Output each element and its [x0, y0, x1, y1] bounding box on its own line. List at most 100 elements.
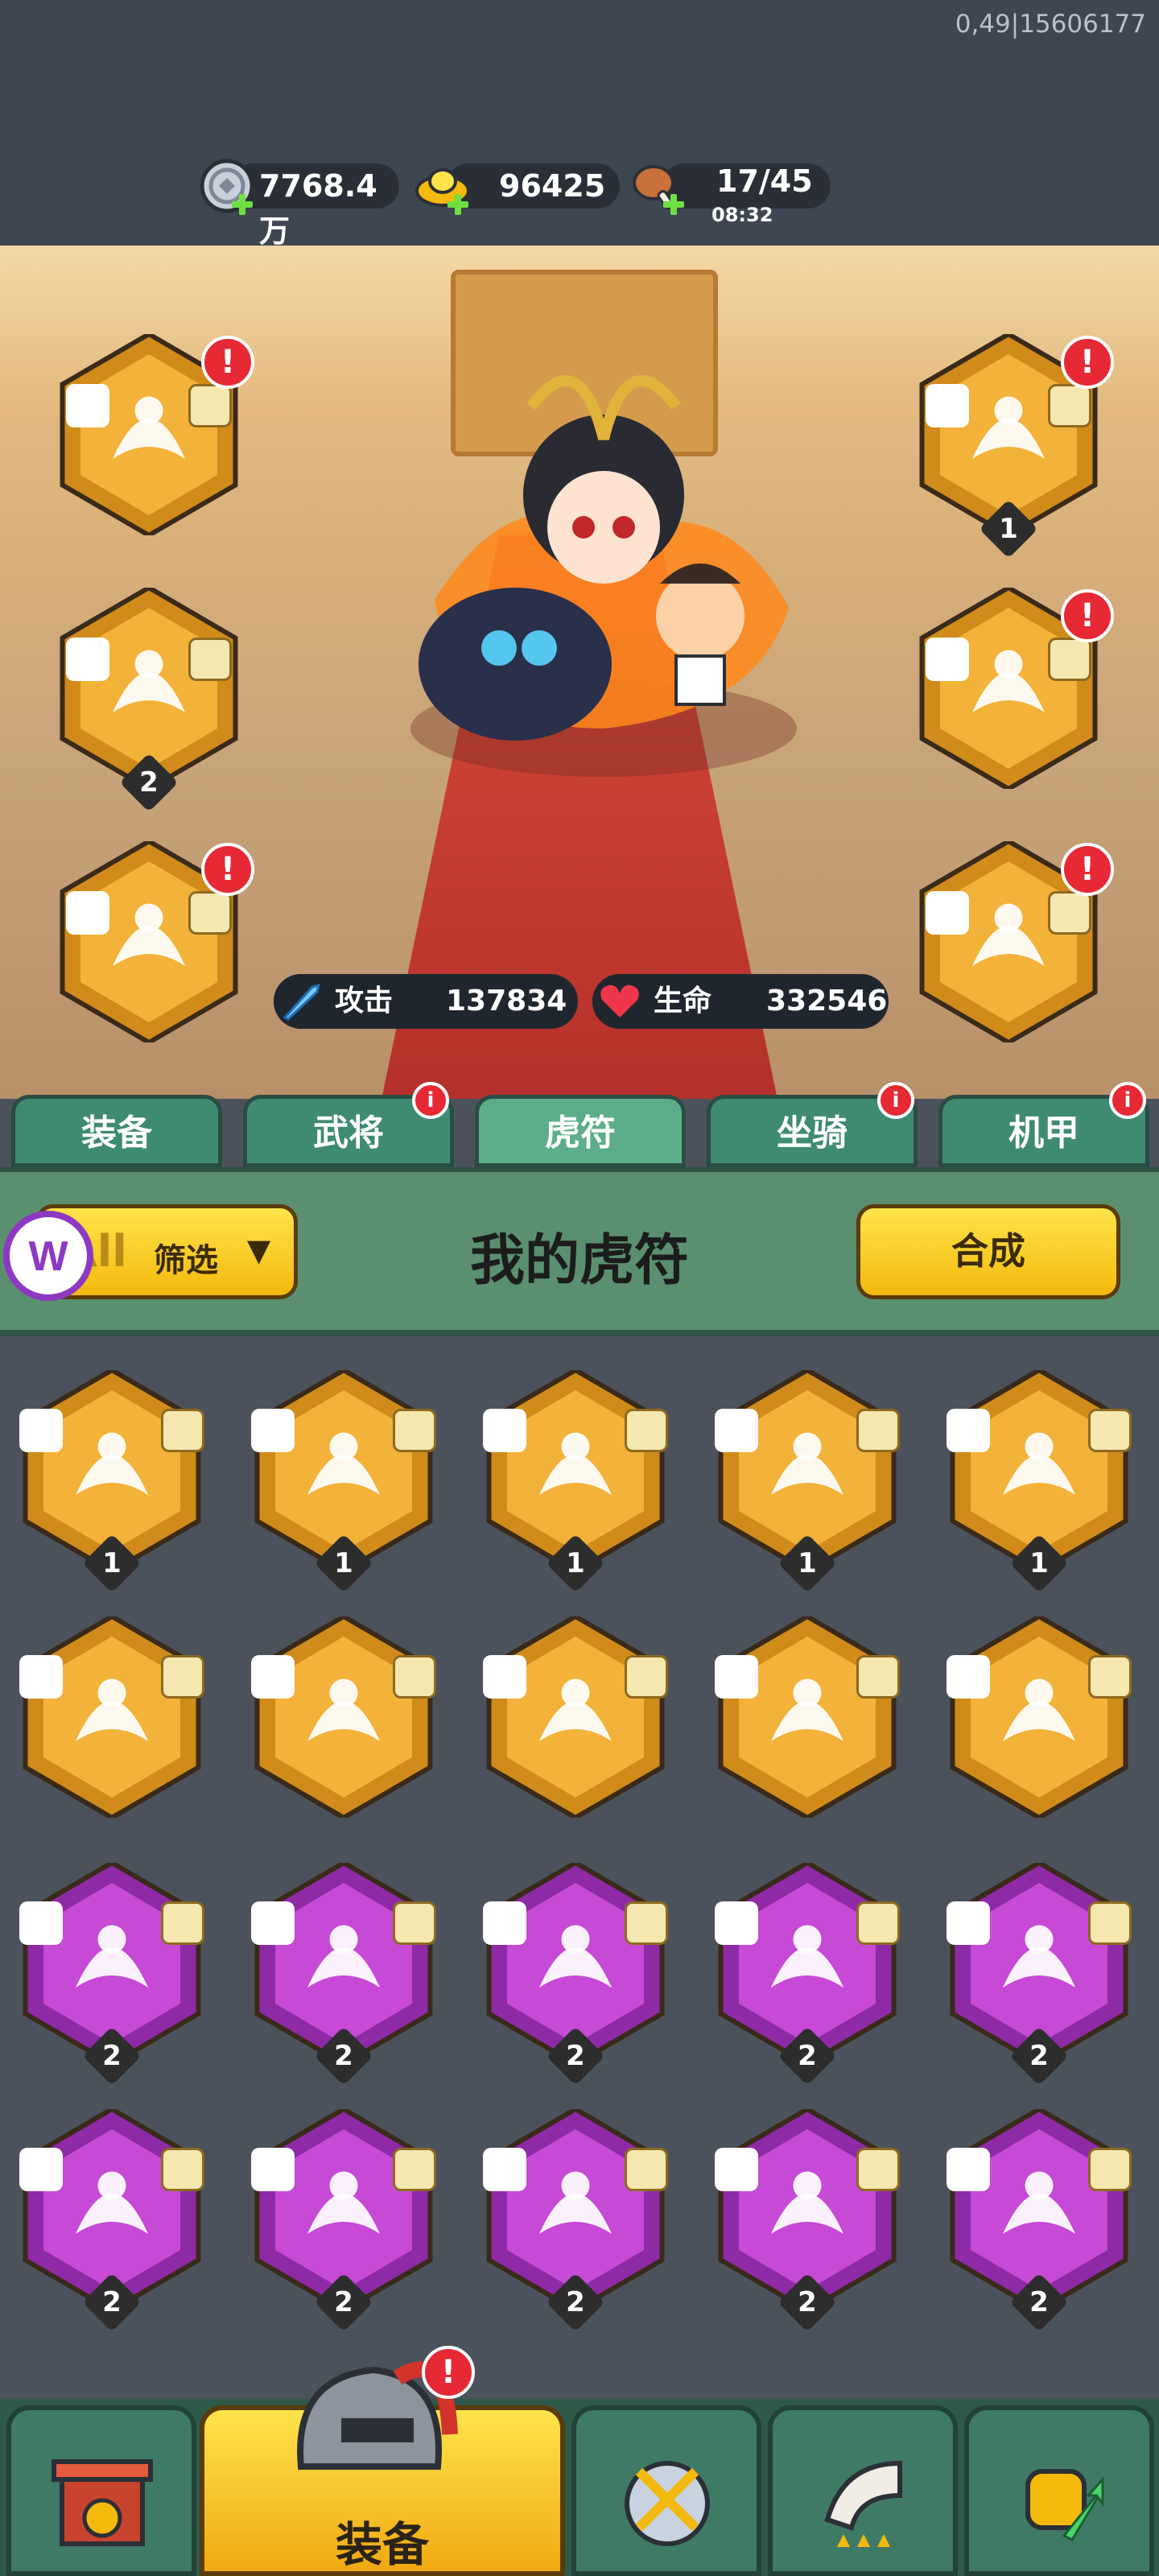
slot-gem-icon	[1048, 638, 1091, 681]
silver-resource[interactable]: 7768.4万	[198, 157, 399, 249]
panel-header: All 筛选 ▼ W 我的虎符 合成	[0, 1167, 1159, 1336]
equipped-slot-turtle-tiger-seal[interactable]: !	[908, 588, 1114, 789]
inventory-item-wolf[interactable]: 1	[938, 1370, 1140, 1593]
tiger-seal-inventory: 1 1 1 1 1 2 2 2 2 2 2 2 2 2 2	[0, 1336, 1159, 2415]
item-type-icon	[483, 2148, 526, 2191]
inventory-item-dragon[interactable]: 1	[475, 1370, 676, 1593]
nav-power[interactable]	[964, 2405, 1154, 2576]
slot-level-badge: 1	[979, 499, 1038, 559]
stamina-timer: 08:32	[711, 204, 773, 226]
generals-alert-icon: i	[412, 1082, 449, 1119]
inventory-item-fox[interactable]: 2	[707, 1863, 908, 2086]
nav-castle[interactable]	[6, 2405, 196, 2576]
nav-battle[interactable]	[571, 2405, 761, 2576]
mounts-alert-icon: i	[877, 1082, 914, 1119]
item-level-badge: 2	[777, 2026, 837, 2086]
item-type-icon	[483, 1655, 526, 1699]
item-gem-icon	[161, 1655, 204, 1699]
inventory-item-wolf[interactable]: 2	[475, 2109, 676, 2332]
nav-equipment-label: 装备	[335, 2517, 429, 2572]
item-type-icon	[947, 1409, 990, 1452]
inventory-item-phoenix[interactable]: 2	[938, 2109, 1140, 2332]
item-type-icon	[715, 1901, 758, 1945]
slot-type-icon	[66, 891, 109, 935]
slot-type-icon	[926, 638, 969, 681]
add-stamina-icon[interactable]	[663, 194, 684, 215]
item-gem-icon	[856, 2148, 900, 2191]
item-gem-icon	[393, 1655, 436, 1699]
tab-tiger-seal[interactable]: 虎符	[475, 1095, 686, 1167]
castle-gate-icon	[52, 2459, 153, 2546]
top-status-bar: 0,49|15606177 7768.4万 96425 17/45 08:32	[0, 0, 1159, 249]
stamina-value: 17/45	[716, 163, 813, 199]
inventory-item-turtle[interactable]: 2	[707, 2109, 908, 2332]
inventory-item-phoenix[interactable]	[475, 1616, 676, 1827]
item-level-badge: 1	[546, 1534, 605, 1593]
item-level-badge: 2	[1009, 2026, 1069, 2086]
inventory-item-dragon[interactable]: 2	[243, 1863, 444, 2086]
item-type-icon	[947, 1901, 990, 1945]
nav-horn[interactable]	[768, 2405, 958, 2576]
item-level-badge: 1	[314, 1534, 373, 1593]
item-gem-icon	[856, 1901, 900, 1945]
slot-alert-icon: !	[1061, 336, 1114, 389]
item-gem-icon	[856, 1409, 900, 1452]
inventory-item-dragon[interactable]	[11, 1616, 212, 1827]
inventory-item-tiger[interactable]: 1	[11, 1370, 212, 1593]
slot-alert-icon: !	[1061, 843, 1114, 896]
inventory-item-eagle[interactable]: 1	[243, 1370, 444, 1593]
slot-gem-icon	[188, 891, 232, 935]
gold-resource[interactable]: 96425	[414, 157, 620, 215]
item-level-badge: 2	[82, 2026, 142, 2086]
inventory-item-ox[interactable]: 1	[707, 1370, 908, 1593]
merge-button[interactable]: 合成	[856, 1204, 1120, 1299]
add-silver-icon[interactable]	[232, 194, 253, 215]
equipped-slot-ox-tiger-seal[interactable]: ! 1	[908, 334, 1114, 559]
item-type-icon	[715, 1409, 758, 1452]
sword-icon	[274, 974, 328, 1029]
health-value: 332546	[766, 985, 888, 1018]
category-tabs: 装备 武将 虎符 坐骑 机甲 i i i	[0, 1082, 1159, 1167]
slot-gem-icon	[1048, 384, 1091, 427]
inventory-item-ox[interactable]: 2	[243, 2109, 444, 2332]
item-type-icon	[483, 1901, 526, 1945]
stamina-resource[interactable]: 17/45 08:32	[629, 157, 831, 226]
add-gold-icon[interactable]	[448, 194, 468, 215]
item-level-badge: 2	[546, 2273, 605, 2332]
slot-alert-icon: !	[201, 843, 254, 896]
item-gem-icon	[393, 1409, 436, 1452]
equipped-slot-deer-tiger-seal[interactable]: 2	[48, 588, 250, 812]
slot-level-badge: 2	[119, 753, 179, 812]
item-gem-icon	[161, 1409, 204, 1452]
slot-gem-icon	[188, 638, 232, 681]
slot-type-icon	[926, 891, 969, 935]
equipped-slot-fox-tiger-seal[interactable]: !	[48, 334, 254, 535]
item-level-badge: 2	[314, 2026, 373, 2086]
item-gem-icon	[625, 1655, 668, 1699]
nav-equipment[interactable]: 装备 !	[200, 2346, 565, 2576]
inventory-item-dragon[interactable]: 2	[11, 2109, 212, 2332]
inventory-item-boar[interactable]	[707, 1616, 908, 1827]
item-gem-icon	[161, 2148, 204, 2191]
slot-alert-icon: !	[1061, 589, 1114, 642]
item-type-icon	[715, 2148, 758, 2191]
slot-type-icon	[926, 384, 969, 427]
equipped-slot-phoenix-tiger-seal[interactable]: !	[908, 841, 1114, 1042]
inventory-item-snake[interactable]	[938, 1616, 1140, 1827]
slot-type-icon	[66, 384, 109, 427]
sword-shield-icon	[625, 2461, 710, 2546]
equipped-slot-lion-tiger-seal[interactable]: !	[48, 841, 254, 1042]
item-level-badge: 1	[777, 1534, 837, 1593]
bottom-navigation: 装备 !	[0, 2346, 1159, 2576]
fist-up-icon	[1025, 2469, 1104, 2541]
equipment-alert-icon: !	[422, 2346, 475, 2399]
inventory-item-deer[interactable]: 2	[11, 1863, 212, 2086]
item-type-icon	[947, 1655, 990, 1699]
tab-equipment[interactable]: 装备	[11, 1095, 222, 1167]
inventory-item-dragon[interactable]: 2	[938, 1863, 1140, 2086]
item-type-icon	[19, 1655, 63, 1699]
heart-icon	[592, 974, 647, 1029]
item-gem-icon	[625, 2148, 668, 2191]
inventory-item-tiger[interactable]: 2	[475, 1863, 676, 2086]
inventory-item-ox[interactable]	[243, 1616, 444, 1827]
